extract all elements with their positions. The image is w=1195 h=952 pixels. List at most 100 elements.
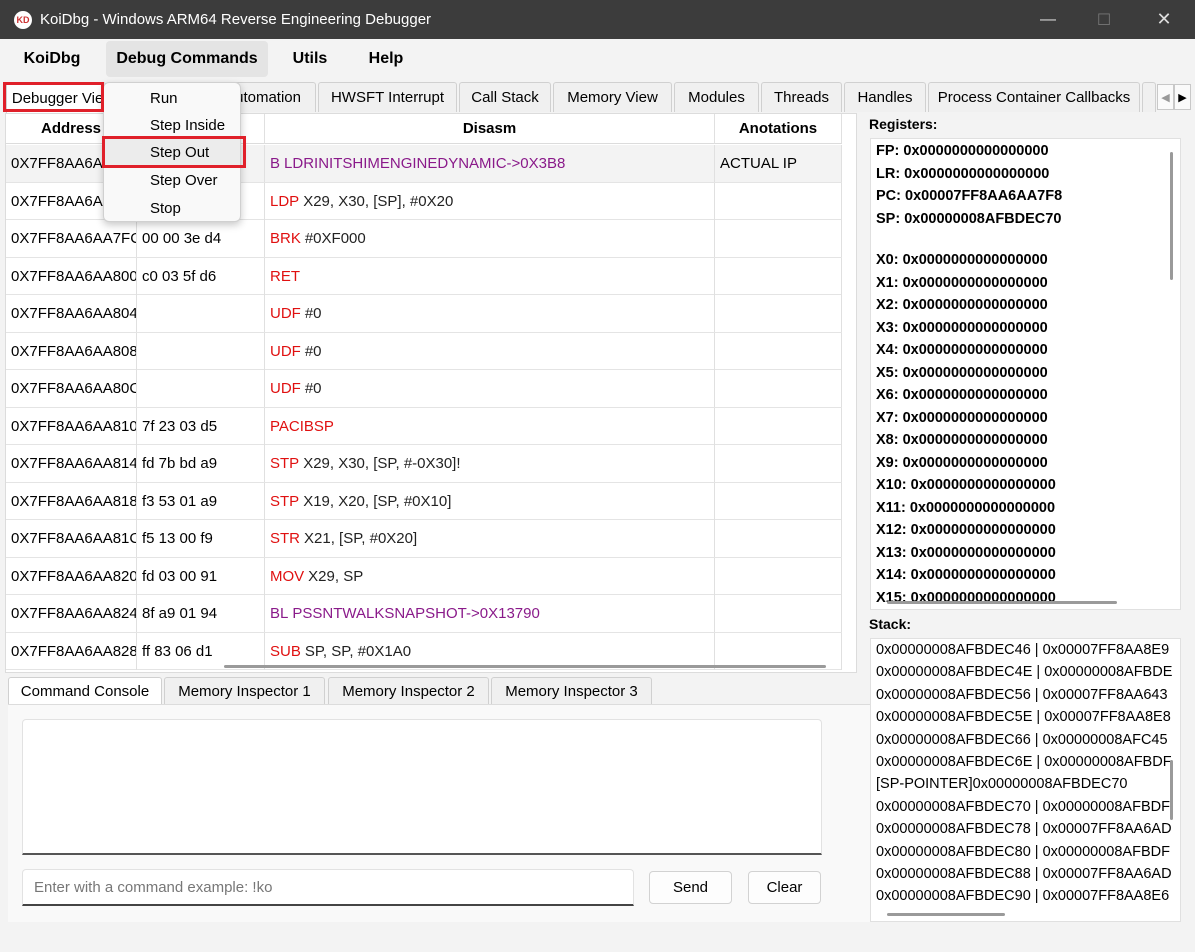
tab-memory-inspector-1[interactable]: Memory Inspector 1 xyxy=(164,677,325,704)
row-mnemonic: BRK xyxy=(270,230,301,247)
row-operands: X29, SP xyxy=(308,567,364,585)
row-operands: SP, SP, #0X1A0 xyxy=(304,642,412,660)
tab-call-stack[interactable]: Call Stack xyxy=(459,82,551,112)
row-disasm: PACIBSP xyxy=(265,407,715,445)
menu-item-step-inside[interactable]: Step Inside xyxy=(104,112,240,139)
row-operands: X21, [SP, #0X20] xyxy=(304,530,418,547)
tab-handles[interactable]: Handles xyxy=(844,82,926,112)
registers-panel[interactable]: FP: 0x0000000000000000 LR: 0x000000000000… xyxy=(870,138,1181,610)
row-bytes xyxy=(137,295,265,332)
disasm-horizontal-scrollbar[interactable] xyxy=(224,665,826,668)
row-mnemonic: MOV xyxy=(270,567,305,585)
command-input[interactable] xyxy=(22,869,634,906)
table-row[interactable]: 0X7FF8AA6AA80C UDF #0 xyxy=(6,370,842,408)
table-row[interactable]: 0X7FF8AA6AA804 UDF #0 xyxy=(6,295,842,333)
row-disasm: STR X21, [SP, #0X20] xyxy=(265,520,715,557)
row-operands: #0XF000 xyxy=(304,230,366,247)
console-output[interactable] xyxy=(22,719,822,855)
tab-scroll-left-icon[interactable]: ◀ xyxy=(1157,84,1174,110)
menu-help[interactable]: Help xyxy=(356,41,416,77)
column-header-disasm[interactable]: Disasm xyxy=(265,114,715,144)
tab-memory-view[interactable]: Memory View xyxy=(553,82,672,112)
row-mnemonic: PACIBSP xyxy=(270,417,334,435)
window-title: KoiDbg - Windows ARM64 Reverse Engineeri… xyxy=(40,11,432,28)
stack-horizontal-scrollbar[interactable] xyxy=(887,913,1005,916)
table-row[interactable]: 0X7FF8AA6AA818 f3 53 01 a9 STP X19, X20, [S… xyxy=(6,482,842,520)
table-row[interactable]: 0X7FF8AA6AA814 fd 7b bd a9 STP X29, X30, [S… xyxy=(6,445,842,483)
tab-threads[interactable]: Threads xyxy=(761,82,842,112)
tab-debugger-view[interactable]: Debugger View xyxy=(6,82,106,113)
row-disasm: BRK #0XF000 xyxy=(265,220,715,257)
stack-label: Stack: xyxy=(869,616,912,632)
table-row[interactable]: 0X7FF8AA6AA800 c0 03 5f d6 RET xyxy=(6,257,842,295)
row-operands: #0 xyxy=(304,380,322,397)
row-mnemonic: STP xyxy=(270,455,300,472)
menu-debug-commands[interactable]: Debug Commands xyxy=(106,41,268,77)
row-bytes: 7f 23 03 d5 xyxy=(137,407,265,445)
close-button[interactable]: ✕ xyxy=(1138,0,1190,39)
send-button[interactable]: Send xyxy=(649,871,732,904)
table-row[interactable]: 0X7FF8AA6AA810 7f 23 03 d5 PACIBSP xyxy=(6,407,842,445)
row-bytes: fd 7b bd a9 xyxy=(137,445,265,482)
register-value: X1: 0x0000000000000000 xyxy=(876,274,1048,291)
row-operands: X29, X30, [SP], #0X20 xyxy=(303,192,454,210)
stack-entry: 0x00000008AFBDEC56 | 0x00007FF8AA643 xyxy=(876,686,1168,703)
disasm-vertical-scrollbar[interactable] xyxy=(844,114,856,672)
row-annotation xyxy=(715,220,842,257)
menu-item-stop[interactable]: Stop xyxy=(104,195,240,222)
row-disasm: SUB SP, SP, #0X1A0 xyxy=(265,632,715,670)
row-address: 0X7FF8AA6AA81C xyxy=(6,520,137,557)
row-address: 0X7FF8AA6AA80C xyxy=(6,370,137,407)
row-annotation xyxy=(715,332,842,370)
tab-memory-inspector-3[interactable]: Memory Inspector 3 xyxy=(491,677,652,704)
row-annotation xyxy=(715,632,842,670)
tab-memory-inspector-2[interactable]: Memory Inspector 2 xyxy=(328,677,489,704)
register-value: PC: 0x00007FF8AA6AA7F8 xyxy=(876,188,1063,204)
tab-scroll-right-icon[interactable]: ▶ xyxy=(1174,84,1191,110)
row-bytes: f5 13 00 f9 xyxy=(137,520,265,557)
register-value: X8: 0x0000000000000000 xyxy=(876,432,1048,448)
registers-vertical-scrollbar[interactable] xyxy=(1170,152,1173,280)
register-value: X10: 0x0000000000000000 xyxy=(876,477,1056,493)
tab-command-console[interactable]: Command Console xyxy=(8,677,162,704)
menu-item-step-out[interactable]: Step Out xyxy=(104,139,240,166)
row-disasm: UDF #0 xyxy=(265,332,715,370)
row-operands: #0 xyxy=(304,305,322,322)
row-mnemonic: RET xyxy=(270,267,300,285)
register-value: X5: 0x0000000000000000 xyxy=(876,364,1048,381)
maximize-button[interactable]: ☐ xyxy=(1078,0,1130,39)
row-annotation xyxy=(715,557,842,595)
row-bytes: 00 00 3e d4 xyxy=(137,220,265,257)
stack-entry: 0x00000008AFBDEC66 | 0x00000008AFC45 xyxy=(876,731,1168,748)
row-disasm: LDP X29, X30, [SP], #0X20 xyxy=(265,182,715,220)
tab-overflow[interactable] xyxy=(1142,82,1156,112)
stack-entry: 0x00000008AFBDEC70 | 0x00000008AFBDF xyxy=(876,798,1170,815)
tab-hwsft-interrupt[interactable]: HWSFT Interrupt xyxy=(318,82,457,112)
register-value: X13: 0x0000000000000000 xyxy=(876,544,1056,561)
table-row[interactable]: 0X7FF8AA6AA7FC 00 00 3e d4 BRK #0XF000 xyxy=(6,220,842,258)
row-operands: PSSNTWALKSNAPSHOT->0X13790 xyxy=(292,605,540,622)
menu-koidbg[interactable]: KoiDbg xyxy=(12,41,92,77)
row-bytes xyxy=(137,332,265,370)
clear-button[interactable]: Clear xyxy=(748,871,821,904)
minimize-button[interactable]: — xyxy=(1022,0,1074,39)
table-row[interactable]: 0X7FF8AA6AA81C f5 13 00 f9 STR X21, [SP, #0… xyxy=(6,520,842,558)
stack-panel[interactable]: 0x00000008AFBDEC46 | 0x00007FF8AA8E9 0x00… xyxy=(870,638,1181,922)
row-disasm: B LDRINITSHIMENGINEDYNAMIC->0X3B8 xyxy=(265,145,715,182)
row-disasm: MOV X29, SP xyxy=(265,557,715,595)
row-mnemonic: STR xyxy=(270,530,300,547)
registers-horizontal-scrollbar[interactable] xyxy=(887,601,1117,604)
row-annotation xyxy=(715,445,842,482)
row-mnemonic: B xyxy=(270,155,281,172)
tab-modules[interactable]: Modules xyxy=(674,82,759,112)
stack-vertical-scrollbar[interactable] xyxy=(1170,760,1173,820)
table-row[interactable]: 0X7FF8AA6AA820 fd 03 00 91 MOV X29, SP xyxy=(6,557,842,595)
column-header-annotations[interactable]: Anotations xyxy=(715,114,842,144)
table-row[interactable]: 0X7FF8AA6AA824 8f a9 01 94 BL PSSNTWALKSNAP… xyxy=(6,595,842,633)
table-row[interactable]: 0X7FF8AA6AA808 UDF #0 xyxy=(6,332,842,370)
menu-item-run[interactable]: Run xyxy=(104,85,240,112)
tab-process-container-callbacks[interactable]: Process Container Callbacks xyxy=(928,82,1140,112)
register-value: X0: 0x0000000000000000 xyxy=(876,252,1048,268)
menu-utils[interactable]: Utils xyxy=(278,41,342,77)
menu-item-step-over[interactable]: Step Over xyxy=(104,167,240,194)
